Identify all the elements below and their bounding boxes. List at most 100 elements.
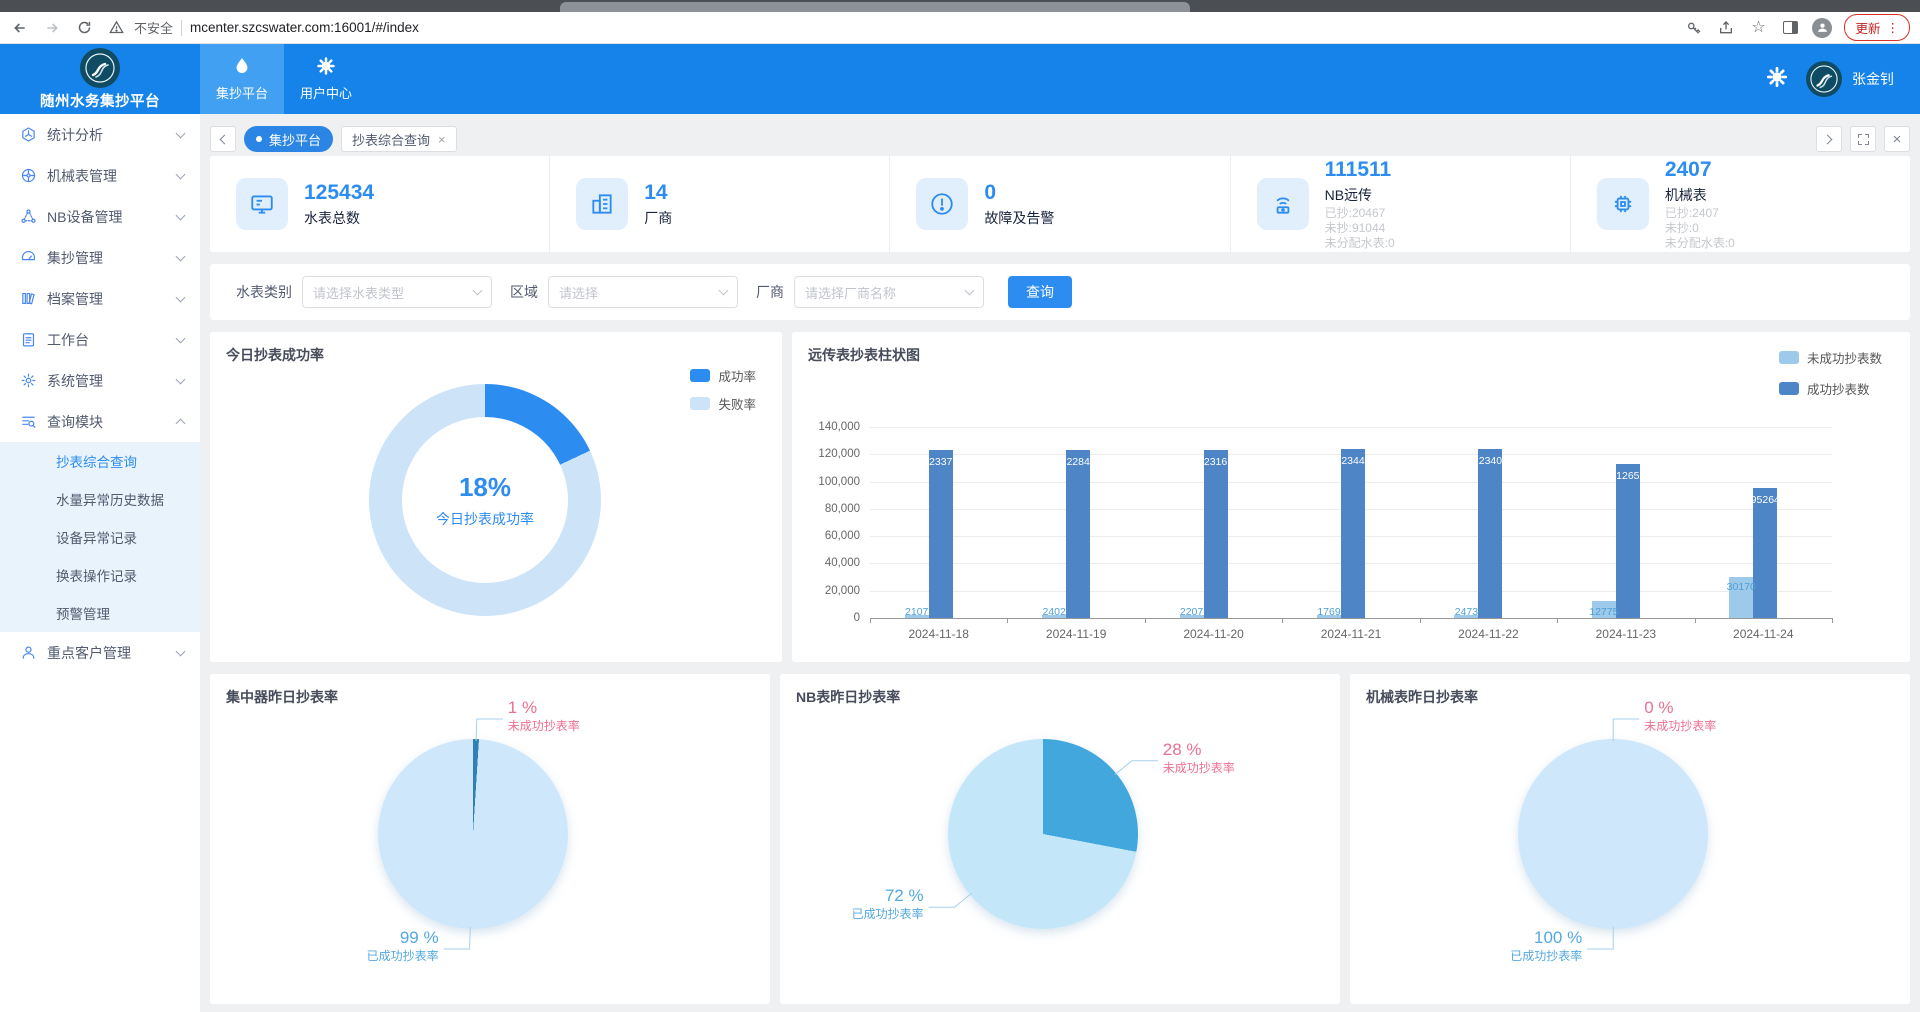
- bar-successful: [1341, 449, 1365, 618]
- sidebar-item-statistics[interactable]: 统计分析: [0, 114, 200, 155]
- bookmark-star-icon[interactable]: ☆: [1748, 18, 1768, 38]
- close-all-tags-button[interactable]: ×: [1884, 126, 1910, 152]
- username: 张金钊: [1852, 69, 1894, 89]
- meter-type-select[interactable]: 请选择水表类型: [302, 276, 492, 308]
- sidebar-subitem-water-anomaly-history[interactable]: 水量异常历史数据: [0, 480, 200, 518]
- bar-successful: [1204, 450, 1228, 618]
- region-select[interactable]: 请选择: [548, 276, 738, 308]
- stat-card-nb-remote: 111511 NB远传 已抄:20467 未抄:91044 未分配水表:0: [1231, 156, 1571, 252]
- chart-icon: [20, 126, 37, 143]
- sidebar-item-mechanical-meter[interactable]: 机械表管理: [0, 155, 200, 196]
- gear-icon: [20, 372, 37, 389]
- tags-scroll-left-button[interactable]: [210, 126, 236, 152]
- user-menu[interactable]: 张金钊: [1806, 61, 1894, 97]
- panel-title: 远传表抄表柱状图: [808, 345, 920, 365]
- bar-value-label: 2284: [1066, 456, 1089, 468]
- url-text[interactable]: mcenter.szcswater.com:16001/#/index: [190, 20, 419, 35]
- chevron-down-icon: [176, 251, 186, 261]
- bar-value-label: 2316: [1204, 456, 1227, 468]
- sidebar-subitem-reading-comprehensive-query[interactable]: 抄表综合查询: [0, 442, 200, 480]
- legend-item-success-rate[interactable]: 成功率: [690, 366, 756, 385]
- sidebar-item-nb-device[interactable]: NB设备管理: [0, 196, 200, 237]
- tags-scroll-right-button[interactable]: [1816, 126, 1842, 152]
- chevron-down-icon: [176, 128, 186, 138]
- app-title: 随州水务集抄平台: [40, 90, 160, 111]
- y-axis-tick-label: 60,000: [825, 530, 860, 542]
- browser-profile-avatar[interactable]: [1812, 18, 1832, 38]
- remote-meter-bar-panel: 远传表抄表柱状图 未成功抄表数 成功抄表数 020,00040,00060,00…: [792, 332, 1910, 662]
- brand: 随州水务集抄平台: [0, 44, 200, 114]
- y-axis-tick-label: 80,000: [825, 503, 860, 515]
- side-panel-icon[interactable]: [1780, 18, 1800, 38]
- pie-slice-label: 99 %已成功抄表率: [367, 929, 439, 962]
- sidebar-item-query-module[interactable]: 查询模块: [0, 401, 200, 442]
- tab-user-center[interactable]: 用户中心: [284, 44, 368, 114]
- back-button[interactable]: [10, 18, 30, 38]
- sidebar-item-key-customer[interactable]: 重点客户管理: [0, 632, 200, 673]
- sidebar-item-label: 机械表管理: [47, 166, 167, 186]
- search-list-icon: [20, 413, 37, 430]
- x-axis-category-label: 2024-11-19: [1046, 627, 1107, 641]
- sidebar-item-system[interactable]: 系统管理: [0, 360, 200, 401]
- stats-panel: 125434 水表总数 14 厂商 0 故障及告警: [210, 156, 1910, 252]
- stat-details: 已抄:20467 未抄:91044 未分配水表:0: [1325, 206, 1395, 251]
- bar-value-label: 2207: [1180, 606, 1203, 618]
- sidebar-subitem-alert-management[interactable]: 预警管理: [0, 594, 200, 632]
- mechanical-pie-panel: 机械表昨日抄表率 0 %未成功抄表率100 %已成功抄表率: [1350, 674, 1910, 1004]
- x-axis-tick: [870, 618, 871, 623]
- sidebar-item-archives[interactable]: 档案管理: [0, 278, 200, 319]
- legend-item-fail-rate[interactable]: 失败率: [690, 394, 756, 413]
- stat-value: 111511: [1325, 158, 1395, 182]
- vendor-label: 厂商: [756, 282, 784, 302]
- sidebar-item-label: 查询模块: [47, 412, 167, 432]
- password-key-icon[interactable]: [1684, 18, 1704, 38]
- pie-slice-label: 0 %未成功抄表率: [1644, 699, 1716, 732]
- tag-bar: 集抄平台 抄表综合查询 × ×: [210, 122, 1910, 156]
- bar-chart: 020,00040,00060,00080,000100,000120,0001…: [870, 427, 1832, 618]
- platform-tag[interactable]: 集抄平台: [244, 126, 333, 152]
- settings-gear-icon[interactable]: [1766, 66, 1788, 93]
- fullscreen-button[interactable]: [1850, 126, 1876, 152]
- bar-value-label: 2344: [1341, 455, 1364, 467]
- sidebar-subitem-meter-swap-records[interactable]: 换表操作记录: [0, 556, 200, 594]
- sidebar-item-label: 档案管理: [47, 289, 167, 309]
- chevron-down-icon: [719, 286, 729, 296]
- forward-button[interactable]: [42, 18, 62, 38]
- pie-slice-label: 72 %已成功抄表率: [852, 887, 924, 920]
- page-tag[interactable]: 抄表综合查询 ×: [341, 126, 457, 152]
- address-bar[interactable]: 不安全 mcenter.szcswater.com:16001/#/index: [106, 18, 1672, 38]
- pie-slice-label: 28 %未成功抄表率: [1163, 741, 1235, 774]
- query-button[interactable]: 查询: [1008, 276, 1072, 308]
- chevron-down-icon: [473, 286, 483, 296]
- x-axis-tick: [1007, 618, 1008, 623]
- sidebar-subitem-device-anomaly-records[interactable]: 设备异常记录: [0, 518, 200, 556]
- close-tag-icon[interactable]: ×: [438, 132, 446, 147]
- stat-card-faults-alarms: 0 故障及告警: [890, 156, 1230, 252]
- donut-chart: 18% 今日抄表成功率: [369, 384, 601, 616]
- sidebar-item-label: 重点客户管理: [47, 643, 167, 663]
- sidebar-item-label: NB设备管理: [47, 207, 167, 227]
- app-header: 随州水务集抄平台 集抄平台 用户中心 张金钊: [0, 44, 1920, 114]
- meter-icon: [20, 167, 37, 184]
- browser-update-button[interactable]: 更新 ⋮: [1844, 14, 1910, 41]
- sidebar-submenu: 抄表综合查询水量异常历史数据设备异常记录换表操作记录预警管理: [0, 442, 200, 632]
- header-right: 张金钊: [1766, 44, 1920, 114]
- browser-active-tab[interactable]: [560, 2, 1190, 12]
- legend-item-successful[interactable]: 成功抄表数: [1779, 379, 1882, 398]
- region-label: 区域: [510, 282, 538, 302]
- reload-button[interactable]: [74, 18, 94, 38]
- sidebar-item-workbench[interactable]: 工作台: [0, 319, 200, 360]
- y-axis-tick-label: 40,000: [825, 557, 860, 569]
- y-axis-tick-label: 0: [854, 612, 860, 624]
- bar-value-label: 95264: [1751, 494, 1780, 506]
- legend-item-unsuccessful[interactable]: 未成功抄表数: [1779, 348, 1882, 367]
- tag-dot-icon: [256, 136, 262, 142]
- x-axis-tick: [1695, 618, 1696, 623]
- vendor-select[interactable]: 请选择厂商名称: [794, 276, 984, 308]
- sidebar-item-meter-reading[interactable]: 集抄管理: [0, 237, 200, 278]
- tab-collection-platform[interactable]: 集抄平台: [200, 44, 284, 114]
- share-icon[interactable]: [1716, 18, 1736, 38]
- x-axis-tick: [1557, 618, 1558, 623]
- browser-menu-kebab-icon[interactable]: ⋮: [1887, 20, 1900, 35]
- warning-icon: [106, 18, 126, 38]
